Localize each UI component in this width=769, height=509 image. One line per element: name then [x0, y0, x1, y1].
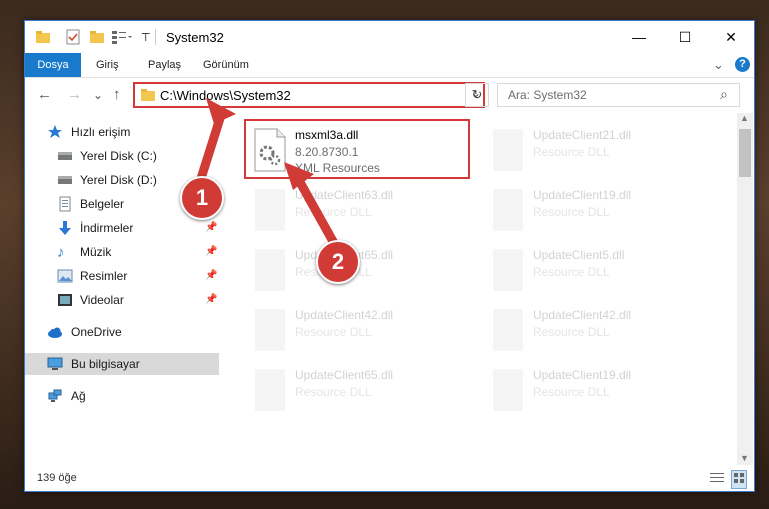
step-1-badge: 1: [180, 176, 224, 220]
annotation-arrows: [193, 98, 340, 250]
step-2-badge: 2: [316, 240, 360, 284]
